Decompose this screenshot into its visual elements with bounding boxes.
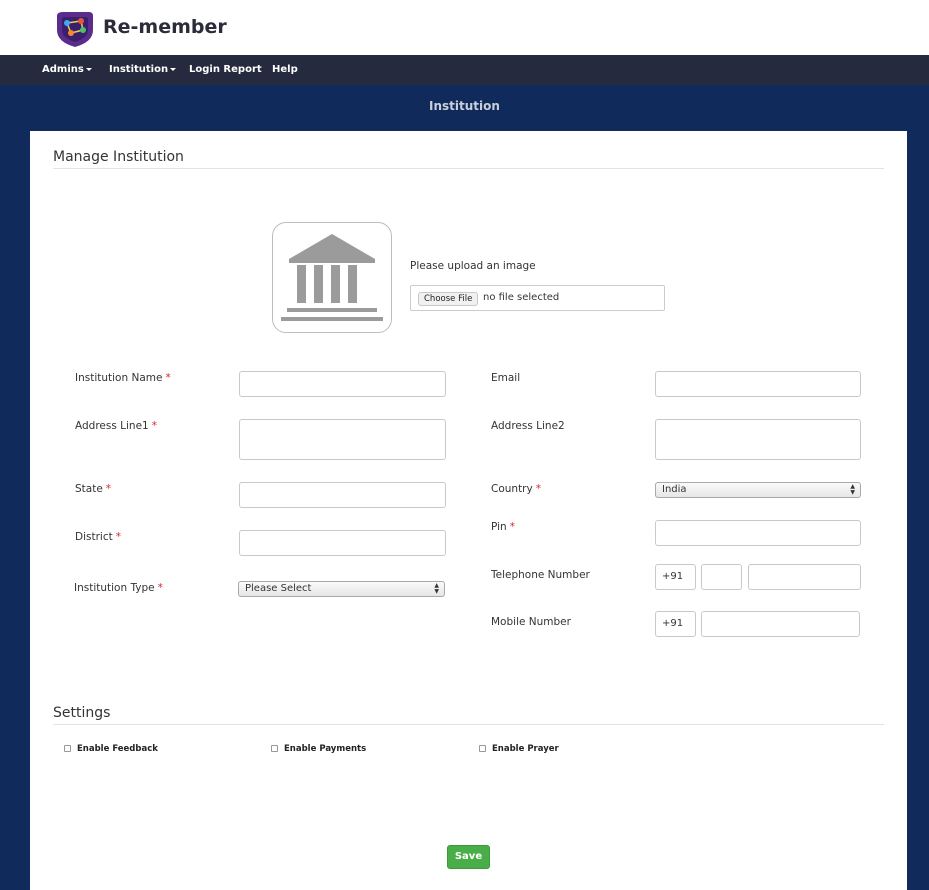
brand-name: Re-member bbox=[103, 16, 227, 38]
enable-payments-label: Enable Payments bbox=[284, 744, 367, 754]
institution-type-value: Please Select bbox=[245, 583, 312, 594]
address-line2-label: Address Line2 bbox=[491, 420, 565, 432]
enable-payments-checkbox[interactable] bbox=[271, 745, 278, 752]
country-label-text: Country bbox=[491, 483, 533, 495]
image-file-input[interactable]: Choose File no file selected bbox=[410, 285, 665, 311]
telephone-country-code: +91 bbox=[655, 564, 696, 590]
nav-login-report-label: Login Report bbox=[189, 64, 262, 75]
required-marker: * bbox=[157, 582, 163, 594]
mobile-number-input[interactable] bbox=[701, 611, 860, 637]
choose-file-button[interactable]: Choose File bbox=[418, 292, 479, 306]
enable-prayer-checkbox[interactable] bbox=[479, 745, 486, 752]
pin-label: Pin * bbox=[491, 521, 515, 533]
state-input[interactable] bbox=[239, 482, 446, 508]
nav-admins-label: Admins bbox=[42, 64, 84, 75]
top-brand-bar: Re-member bbox=[0, 0, 929, 55]
pin-label-text: Pin bbox=[491, 521, 507, 533]
state-label-text: State bbox=[75, 483, 103, 495]
nav-help[interactable]: Help bbox=[272, 64, 298, 75]
section-divider bbox=[53, 168, 884, 169]
address-line2-input[interactable] bbox=[655, 419, 861, 460]
nav-institution-label: Institution bbox=[109, 64, 169, 75]
institution-name-label-text: Institution Name bbox=[75, 372, 163, 384]
address-line1-label-text: Address Line1 bbox=[75, 420, 149, 432]
page-title: Institution bbox=[429, 99, 500, 113]
nav-login-report[interactable]: Login Report bbox=[189, 64, 262, 75]
institution-type-select[interactable]: Please Select ▲ ▼ bbox=[238, 581, 445, 597]
email-input[interactable] bbox=[655, 371, 861, 397]
main-navbar: Admins Institution Login Report Help bbox=[0, 55, 929, 85]
save-button[interactable]: Save bbox=[447, 845, 490, 869]
enable-feedback-checkbox[interactable] bbox=[64, 745, 71, 752]
nav-admins-dropdown[interactable]: Admins bbox=[42, 64, 92, 75]
country-select[interactable]: India ▲ ▼ bbox=[655, 482, 861, 498]
state-label: State * bbox=[75, 483, 111, 495]
district-label-text: District bbox=[75, 531, 113, 543]
telephone-number-input[interactable] bbox=[748, 564, 861, 590]
address-line1-label: Address Line1 * bbox=[75, 420, 157, 432]
enable-prayer-label: Enable Prayer bbox=[492, 744, 559, 754]
telephone-label: Telephone Number bbox=[491, 569, 590, 581]
enable-prayer-option[interactable]: Enable Prayer bbox=[479, 744, 559, 754]
pin-input[interactable] bbox=[655, 520, 861, 546]
institution-name-label: Institution Name * bbox=[75, 372, 171, 384]
required-marker: * bbox=[151, 420, 157, 432]
email-label: Email bbox=[491, 372, 521, 384]
telephone-area-code-input[interactable] bbox=[701, 564, 742, 590]
institution-image-preview bbox=[272, 222, 392, 333]
required-marker: * bbox=[535, 483, 541, 495]
enable-feedback-label: Enable Feedback bbox=[77, 744, 158, 754]
manage-section-title: Manage Institution bbox=[53, 149, 184, 165]
required-marker: * bbox=[509, 521, 515, 533]
nav-institution-dropdown[interactable]: Institution bbox=[109, 64, 177, 75]
select-arrows-icon: ▲ ▼ bbox=[850, 483, 855, 496]
institution-type-label-text: Institution Type bbox=[74, 582, 155, 594]
country-label: Country * bbox=[491, 483, 541, 495]
country-value: India bbox=[662, 484, 687, 495]
nav-help-label: Help bbox=[272, 64, 298, 75]
district-label: District * bbox=[75, 531, 121, 543]
required-marker: * bbox=[165, 372, 171, 384]
required-marker: * bbox=[115, 531, 121, 543]
district-input[interactable] bbox=[239, 530, 446, 556]
mobile-country-code: +91 bbox=[655, 611, 696, 637]
institution-type-label: Institution Type * bbox=[74, 582, 163, 594]
enable-feedback-option[interactable]: Enable Feedback bbox=[64, 744, 158, 754]
file-status-text: no file selected bbox=[483, 292, 560, 303]
institution-building-icon bbox=[281, 234, 383, 321]
settings-section-title: Settings bbox=[53, 705, 111, 721]
select-arrows-icon: ▲ ▼ bbox=[434, 582, 439, 595]
mobile-label: Mobile Number bbox=[491, 616, 571, 628]
address-line1-input[interactable] bbox=[239, 419, 446, 460]
enable-payments-option[interactable]: Enable Payments bbox=[271, 744, 366, 754]
section-divider bbox=[53, 724, 884, 725]
required-marker: * bbox=[105, 483, 112, 495]
content-card bbox=[30, 131, 907, 890]
caret-down-icon bbox=[170, 67, 177, 71]
re-member-logo-icon[interactable] bbox=[55, 8, 95, 48]
caret-down-icon bbox=[85, 67, 92, 71]
institution-name-input[interactable] bbox=[239, 371, 446, 397]
upload-image-label: Please upload an image bbox=[410, 260, 536, 272]
